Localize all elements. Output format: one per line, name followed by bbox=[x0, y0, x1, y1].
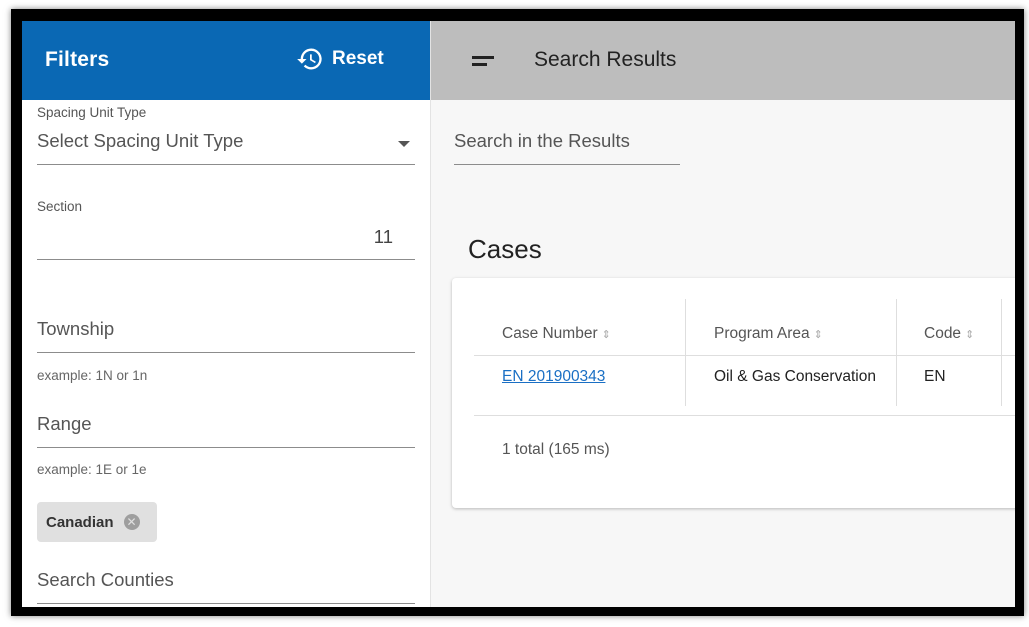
sort-icon: ⇕ bbox=[601, 329, 611, 341]
filters-sidebar: Filters Reset Spacing Unit Type Select S… bbox=[22, 21, 431, 607]
column-header-program-area[interactable]: Program Area ⇕ bbox=[714, 325, 823, 343]
sort-icon: ⇕ bbox=[965, 329, 975, 341]
spacing-unit-underline bbox=[37, 164, 415, 165]
column-header-case-number[interactable]: Case Number ⇕ bbox=[502, 325, 611, 343]
reset-button[interactable]: Reset bbox=[296, 45, 384, 73]
results-topbar: Search Results bbox=[431, 21, 1015, 100]
case-number-link[interactable]: EN 201900343 bbox=[502, 368, 605, 385]
results-search-placeholder: Search in the Results bbox=[454, 130, 630, 151]
program-area-cell: Oil & Gas Conservation bbox=[714, 368, 876, 385]
search-counties-input[interactable]: Search Counties bbox=[37, 567, 415, 604]
range-placeholder: Range bbox=[37, 413, 92, 434]
county-chip[interactable]: Canadian ✕ bbox=[37, 502, 157, 542]
township-underline bbox=[37, 352, 415, 353]
township-field[interactable]: Township bbox=[37, 316, 415, 353]
spacing-unit-label: Spacing Unit Type bbox=[37, 105, 147, 120]
column-header-code[interactable]: Code ⇕ bbox=[924, 325, 974, 343]
app-window: Filters Reset Spacing Unit Type Select S… bbox=[22, 21, 1015, 607]
section-field[interactable]: Section 11 bbox=[37, 197, 415, 260]
results-total: 1 total (165 ms) bbox=[502, 441, 610, 458]
section-label: Section bbox=[37, 199, 83, 214]
spacing-unit-placeholder: Select Spacing Unit Type bbox=[37, 130, 244, 151]
table-row: EN 201900343 bbox=[502, 368, 605, 386]
township-hint: example: 1N or 1n bbox=[37, 368, 148, 383]
county-chip-label: Canadian bbox=[46, 513, 114, 531]
filters-title: Filters bbox=[45, 48, 110, 71]
results-title: Search Results bbox=[534, 48, 677, 71]
history-icon bbox=[297, 48, 322, 70]
range-underline bbox=[37, 447, 415, 448]
results-panel: Search Results Search in the Results Cas… bbox=[431, 21, 1015, 607]
code-cell: EN bbox=[924, 368, 946, 385]
cases-card: Case Number ⇕ Program Area ⇕ Code ⇕ EN 2019… bbox=[452, 278, 1015, 508]
spacing-unit-select[interactable]: Spacing Unit Type Select Spacing Unit Ty… bbox=[37, 103, 415, 165]
chevron-down-icon bbox=[398, 141, 410, 147]
menu-icon[interactable] bbox=[472, 56, 494, 68]
close-circle-icon[interactable]: ✕ bbox=[123, 514, 140, 530]
township-placeholder: Township bbox=[37, 318, 115, 339]
range-field[interactable]: Range bbox=[37, 411, 415, 448]
reset-label: Reset bbox=[332, 48, 384, 69]
results-search-input[interactable]: Search in the Results bbox=[454, 128, 680, 165]
section-underline bbox=[37, 259, 415, 260]
search-counties-underline bbox=[37, 603, 415, 604]
range-hint: example: 1E or 1e bbox=[37, 462, 147, 477]
sort-icon: ⇕ bbox=[813, 329, 823, 341]
search-counties-placeholder: Search Counties bbox=[37, 569, 174, 590]
section-value: 11 bbox=[373, 226, 393, 247]
filters-header: Filters Reset bbox=[22, 21, 430, 100]
cases-heading: Cases bbox=[468, 234, 542, 264]
